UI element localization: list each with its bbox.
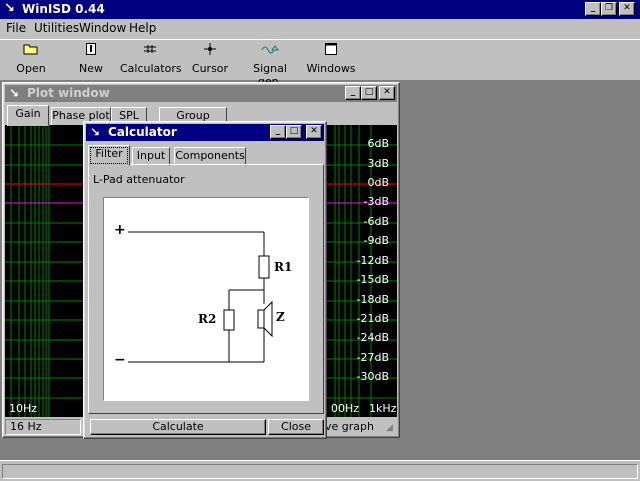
open-button[interactable]: Open [8,42,54,80]
calc-maximize-button[interactable]: □ [286,125,302,139]
plot-close-button[interactable]: ✕ [379,86,395,100]
menu-window[interactable]: Window [79,19,126,37]
y-label-m3db: -3dB [363,195,390,208]
y-label-m6db: -6dB [363,215,390,228]
menu-file[interactable]: File [6,19,26,37]
app-status-bar [0,460,640,481]
toolbar: Open New Calculators Cursor Signal gen. … [0,39,640,88]
y-label-0db: 0dB [367,176,389,189]
resize-grip-icon[interactable]: ◢ [386,423,393,433]
app-status-panel [2,464,638,479]
y-label-m9db: -9dB [363,234,390,247]
calc-close-button[interactable]: ✕ [306,125,322,139]
r2-label: R2 [198,312,217,326]
plot-minimize-button[interactable]: _ [345,86,361,100]
plot-status-right: ve graph [325,420,385,434]
y-label-6db: 6dB [367,137,389,150]
close-dialog-button[interactable]: Close [268,419,324,435]
signal-gen-button[interactable]: Signal gen. [240,42,300,88]
plot-maximize-button[interactable]: □ [361,86,377,100]
y-label-m18db: -18dB [356,293,390,306]
cursor-button[interactable]: Cursor [186,42,234,80]
restore-button[interactable]: ❐ [601,2,617,16]
lpad-diagram: + − R1 R2 Z [103,197,309,401]
open-label: Open [16,62,46,75]
new-label: New [79,62,103,75]
winisd-icon: ↘ [4,1,15,16]
folder-open-icon [8,42,54,62]
menu-utilities[interactable]: Utilities [34,19,79,37]
y-label-m27db: -27dB [356,351,390,364]
menu-help[interactable]: Help [129,19,156,37]
close-button[interactable]: ✕ [619,2,635,16]
calculators-button[interactable]: Calculators [120,42,182,80]
menu-bar: File Utilities Window Help [0,19,640,39]
y-label-m30db: -30dB [356,370,390,383]
filter-heading: L-Pad attenuator [93,173,185,186]
calculator-tabs: Filter Input Components [88,145,322,166]
y-label-m24db: -24dB [356,331,390,344]
calculator-window-icon: ↘ [90,125,101,139]
y-label-m15db: -15dB [356,273,390,286]
signal-generator-icon [240,42,300,62]
minus-terminal: − [114,352,126,368]
windows-label: Windows [306,62,356,75]
minimize-button[interactable]: _ [585,2,601,16]
x-label-10hz: 10Hz [9,402,38,415]
plot-window-title-bar: ↘ Plot window _ □ ✕ [5,85,397,102]
z-label: Z [276,310,285,324]
r1-label: R1 [274,260,293,274]
y-label-m21db: -21dB [356,312,390,325]
calculator-title-bar: ↘ Calculator _ □ ✕ [86,124,324,141]
plot-window-icon: ↘ [9,86,20,100]
calc-minimize-button[interactable]: _ [270,125,286,139]
new-button[interactable]: New [68,42,114,80]
windows-icon [306,42,356,62]
plot-window-title: Plot window [27,86,110,100]
app-title-bar: ↘ WinISD 0.44 _ ❐ ✕ [0,0,640,19]
calculator-title: Calculator [108,125,177,139]
cursor-label: Cursor [191,62,229,75]
y-label-3db: 3dB [367,157,389,170]
new-document-icon [68,42,114,62]
calculators-label: Calculators [120,62,182,75]
crosshair-icon [186,42,234,62]
tab-gain[interactable]: Gain [7,105,49,126]
x-label-1khz: 1kHz [369,402,397,415]
plot-status-left: 16 Hz [5,419,81,435]
status-frequency: 16 Hz [10,420,42,433]
calculator-icon [120,42,180,62]
filter-panel: L-Pad attenuator + − R1 R2 Z [88,164,324,414]
plus-terminal: + [114,222,126,238]
status-graph: ve graph [325,420,374,433]
calculator-window: ↘ Calculator _ □ ✕ Filter Input Componen… [83,121,327,439]
y-label-m12db: -12dB [356,254,390,267]
app-title: WinISD 0.44 [22,2,105,16]
lpad-schematic [128,231,273,363]
windows-button[interactable]: Windows [306,42,356,80]
x-label-100hz-partial: 00Hz [331,402,360,415]
tab-filter[interactable]: Filter [88,145,130,166]
calculate-button[interactable]: Calculate [90,419,266,435]
